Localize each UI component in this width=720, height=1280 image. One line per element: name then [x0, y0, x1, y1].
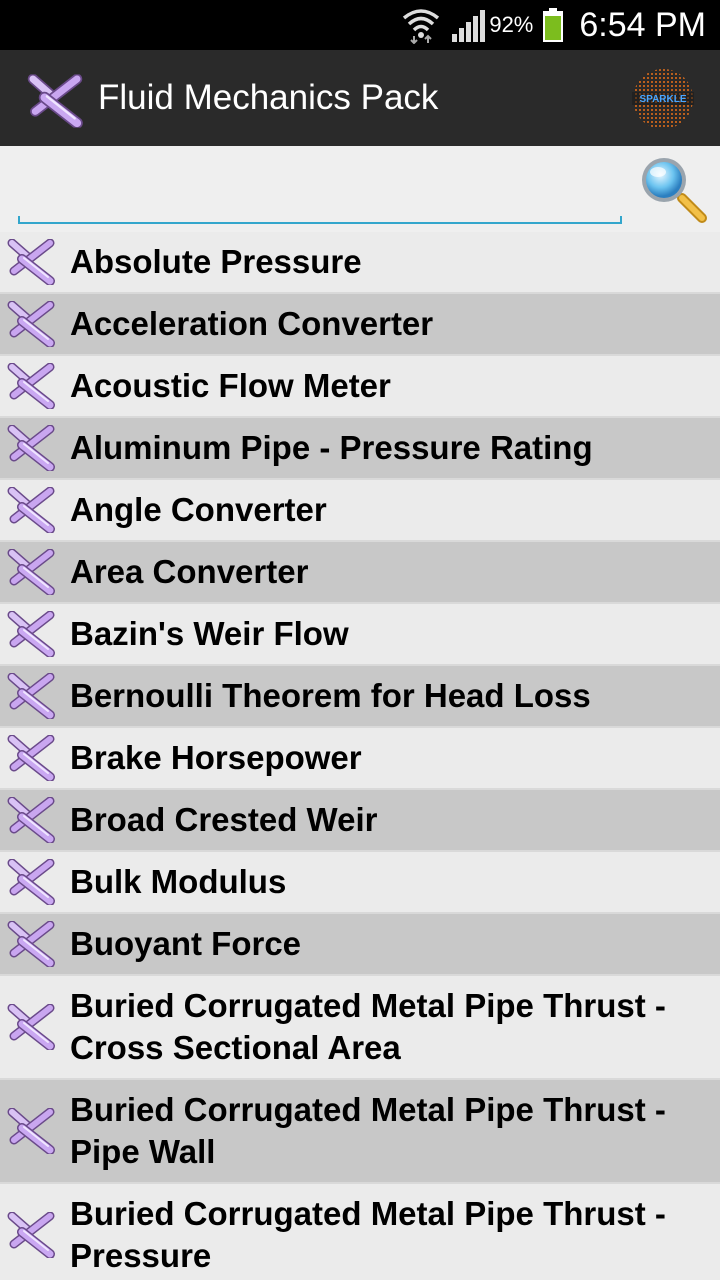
pipe-icon: [6, 1004, 56, 1050]
app-title: Fluid Mechanics Pack: [98, 78, 439, 117]
pipe-icon: [6, 239, 56, 285]
status-bar: 92% 6:54 PM: [0, 0, 720, 50]
list-item-label: Buried Corrugated Metal Pipe Thrust - Pi…: [70, 1091, 666, 1170]
pipe-icon: [6, 425, 56, 471]
pipe-icon: [6, 363, 56, 409]
pipe-icon: [6, 735, 56, 781]
pipe-icon: [6, 1212, 56, 1258]
search-underline: [18, 216, 622, 224]
pipe-icon: [6, 611, 56, 657]
list-item-label: Broad Crested Weir: [70, 801, 378, 838]
list-item-label: Bernoulli Theorem for Head Loss: [70, 677, 591, 714]
list-item[interactable]: Absolute Pressure: [0, 232, 720, 294]
list-item-label: Buried Corrugated Metal Pipe Thrust - Cr…: [70, 987, 666, 1066]
list-item-label: Acceleration Converter: [70, 305, 434, 342]
app-pipe-icon[interactable]: [26, 72, 84, 130]
pipe-icon: [6, 487, 56, 533]
action-bar: Fluid Mechanics Pack SPARKLE: [0, 50, 720, 146]
magnifier-icon: [642, 158, 707, 223]
sparkle-logo-icon[interactable]: SPARKLE: [630, 68, 696, 130]
search-bar: [0, 146, 720, 232]
search-input[interactable]: [18, 156, 622, 216]
list-item-label: Acoustic Flow Meter: [70, 367, 391, 404]
list-item-label: Area Converter: [70, 553, 309, 590]
list-item[interactable]: Buried Corrugated Metal Pipe Thrust - Pr…: [0, 1184, 720, 1280]
list-item[interactable]: Bernoulli Theorem for Head Loss: [0, 666, 720, 728]
list-item-label: Buried Corrugated Metal Pipe Thrust - Pr…: [70, 1195, 666, 1274]
list-item-label: Bazin's Weir Flow: [70, 615, 349, 652]
list-item[interactable]: Buried Corrugated Metal Pipe Thrust - Cr…: [0, 976, 720, 1080]
list-item-label: Aluminum Pipe - Pressure Rating: [70, 429, 593, 466]
list-item-label: Buoyant Force: [70, 925, 302, 962]
list-item[interactable]: Buoyant Force: [0, 914, 720, 976]
list-item[interactable]: Broad Crested Weir: [0, 790, 720, 852]
pipe-icon: [6, 549, 56, 595]
battery-percent: 92%: [489, 12, 534, 37]
list-item[interactable]: Brake Horsepower: [0, 728, 720, 790]
list-item[interactable]: Aluminum Pipe - Pressure Rating: [0, 418, 720, 480]
list-item[interactable]: Acceleration Converter: [0, 294, 720, 356]
list-item-label: Brake Horsepower: [70, 739, 362, 776]
list-item[interactable]: Buried Corrugated Metal Pipe Thrust - Pi…: [0, 1080, 720, 1184]
svg-text:SPARKLE: SPARKLE: [639, 94, 686, 105]
clock: 6:54 PM: [579, 5, 706, 44]
list-item[interactable]: Angle Converter: [0, 480, 720, 542]
pipe-icon: [6, 1108, 56, 1154]
wifi-icon: [403, 9, 440, 44]
list-item-label: Bulk Modulus: [70, 863, 287, 900]
pipe-icon: [6, 921, 56, 967]
battery-icon: [543, 8, 564, 42]
calculator-list[interactable]: Absolute Pressure Acceleration Converter…: [0, 232, 720, 1280]
list-item[interactable]: Bulk Modulus: [0, 852, 720, 914]
list-item[interactable]: Acoustic Flow Meter: [0, 356, 720, 418]
pipe-icon: [6, 673, 56, 719]
pipe-icon: [6, 301, 56, 347]
list-item-label: Absolute Pressure: [70, 243, 362, 280]
list-item[interactable]: Area Converter: [0, 542, 720, 604]
list-item[interactable]: Bazin's Weir Flow: [0, 604, 720, 666]
pipe-icon: [6, 859, 56, 905]
list-item-label: Angle Converter: [70, 491, 327, 528]
pipe-icon: [6, 797, 56, 843]
search-button[interactable]: [636, 152, 710, 226]
signal-icon: [452, 10, 486, 42]
